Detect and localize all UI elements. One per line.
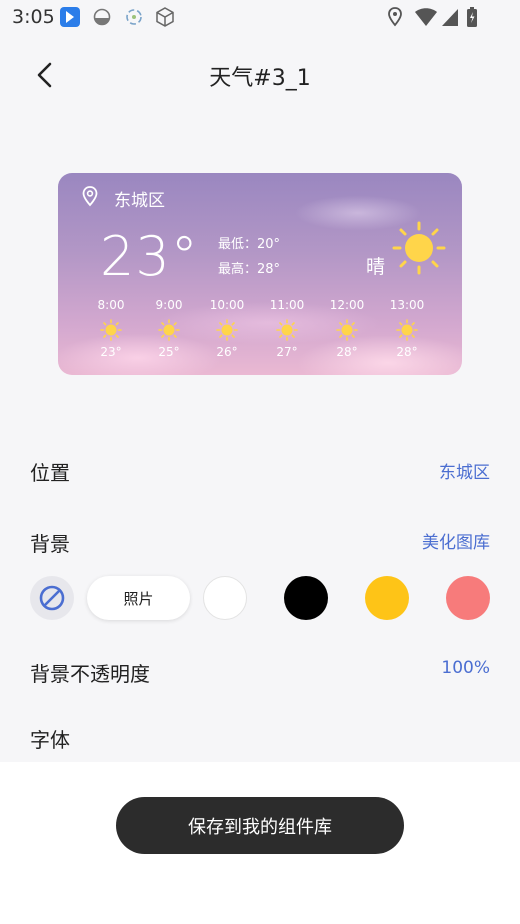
- cube-icon: [154, 6, 176, 28]
- wifi-icon: [414, 6, 438, 28]
- hourly-time: 10:00: [209, 298, 245, 312]
- signal-icon: [440, 6, 460, 28]
- location-value[interactable]: 东城区: [439, 458, 490, 483]
- hourly-time: 11:00: [269, 298, 305, 312]
- sun-icon: [392, 221, 446, 275]
- hourly-temp: 28°: [396, 345, 418, 359]
- weather-widget-preview: 东城区 23° 最低：20° 最高：28° 晴 8:00 23° 9:00 25° 10…: [58, 173, 462, 375]
- hourly-time: 12:00: [329, 298, 365, 312]
- save-button-label: 保存到我的组件库: [188, 816, 332, 838]
- widget-high-temp: 最高：28°: [218, 262, 281, 277]
- opacity-label: 背景不透明度: [30, 662, 150, 686]
- hourly-time: 13:00: [389, 298, 425, 312]
- color-swatch-black[interactable]: [284, 576, 328, 620]
- hourly-time: 9:00: [155, 298, 183, 312]
- opacity-value[interactable]: 100%: [441, 658, 490, 678]
- font-label[interactable]: 字体: [30, 724, 70, 753]
- location-pin-icon: [82, 186, 98, 207]
- color-swatch-yellow[interactable]: [365, 576, 409, 620]
- hourly-item: 9:00 25°: [144, 298, 194, 359]
- hourly-temp: 25°: [158, 345, 180, 359]
- widget-low-temp: 最低：20°: [218, 237, 281, 252]
- location-icon: [386, 6, 404, 28]
- bird-app-icon: [59, 6, 81, 28]
- status-time: 3:05: [12, 6, 55, 28]
- sun-icon: [276, 319, 298, 341]
- drop-icon: [92, 6, 112, 28]
- hourly-item: 12:00 28°: [322, 298, 372, 359]
- photo-background-button[interactable]: 照片: [87, 576, 190, 620]
- no-background-button[interactable]: [30, 576, 74, 620]
- location-label: 位置: [30, 461, 70, 485]
- recycle-icon: [123, 6, 145, 28]
- widget-temperature: 23°: [100, 225, 199, 288]
- sun-icon: [100, 319, 122, 341]
- background-label: 背景: [30, 532, 70, 556]
- background-gallery-link[interactable]: 美化图库: [422, 528, 490, 553]
- widget-location: 东城区: [114, 191, 165, 211]
- status-bar: 3:05: [0, 0, 520, 36]
- battery-icon: [466, 6, 478, 28]
- hourly-temp: 27°: [276, 345, 298, 359]
- sun-icon: [158, 319, 180, 341]
- color-swatch-white[interactable]: [203, 576, 247, 620]
- hourly-item: 13:00 28°: [382, 298, 432, 359]
- hourly-item: 11:00 27°: [262, 298, 312, 359]
- photo-button-label: 照片: [123, 589, 154, 608]
- hourly-item: 10:00 26°: [202, 298, 252, 359]
- sun-icon: [216, 319, 238, 341]
- hourly-temp: 23°: [100, 345, 122, 359]
- page-title: 天气#3_1: [209, 66, 311, 91]
- hourly-time: 8:00: [97, 298, 125, 312]
- save-to-library-button[interactable]: 保存到我的组件库: [116, 797, 404, 854]
- widget-condition: 晴: [366, 256, 386, 278]
- hourly-temp: 28°: [336, 345, 358, 359]
- prohibited-icon: [39, 585, 65, 611]
- sun-icon: [396, 319, 418, 341]
- hourly-item: 8:00 23°: [86, 298, 136, 359]
- hourly-temp: 26°: [216, 345, 238, 359]
- color-swatch-red[interactable]: [446, 576, 490, 620]
- sun-icon: [336, 319, 358, 341]
